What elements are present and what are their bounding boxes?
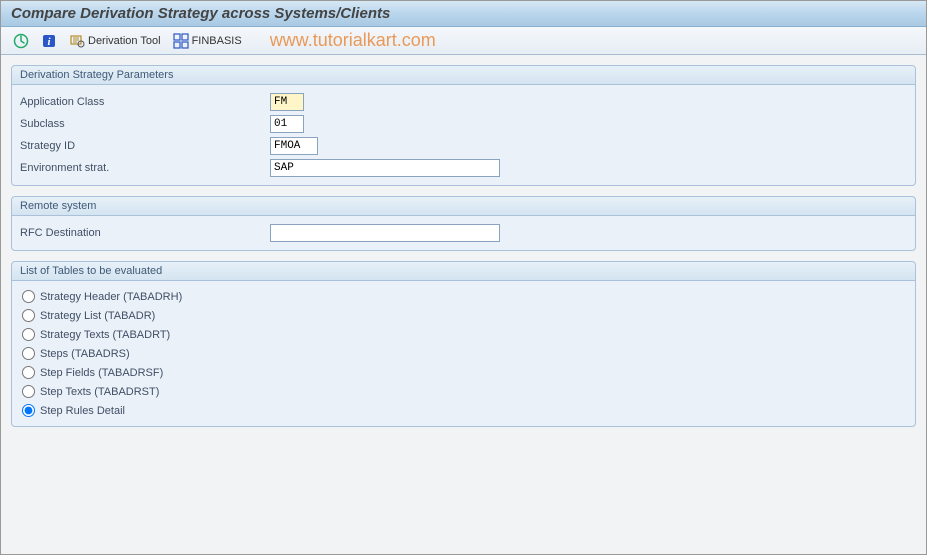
finbasis-icon	[173, 33, 189, 49]
group-tables-body: Strategy Header (TABADRH) Strategy List (…	[12, 281, 915, 426]
table-radio-row: Strategy Header (TABADRH)	[20, 287, 907, 306]
table-radio[interactable]	[22, 347, 35, 360]
field-row-strategy-id: Strategy ID	[20, 135, 907, 157]
table-radio[interactable]	[22, 309, 35, 322]
table-radio-label[interactable]: Strategy List (TABADR)	[40, 310, 155, 322]
derivation-tool-label: Derivation Tool	[88, 35, 161, 47]
app-class-field[interactable]	[270, 93, 304, 111]
group-remote: Remote system RFC Destination	[11, 196, 916, 251]
group-remote-title: Remote system	[12, 197, 915, 216]
table-radio[interactable]	[22, 328, 35, 341]
group-params-title: Derivation Strategy Parameters	[12, 66, 915, 85]
table-radio-label[interactable]: Step Texts (TABADRST)	[40, 386, 159, 398]
table-radio-row: Steps (TABADRS)	[20, 344, 907, 363]
table-radio-label[interactable]: Step Rules Detail	[40, 405, 125, 417]
strategy-id-field[interactable]	[270, 137, 318, 155]
table-radio[interactable]	[22, 385, 35, 398]
group-params: Derivation Strategy Parameters Applicati…	[11, 65, 916, 186]
table-radio-label[interactable]: Step Fields (TABADRSF)	[40, 367, 163, 379]
table-radio-row: Strategy Texts (TABADRT)	[20, 325, 907, 344]
table-radio[interactable]	[22, 366, 35, 379]
field-row-env-strat: Environment strat.	[20, 157, 907, 179]
env-strat-field[interactable]	[270, 159, 500, 177]
info-button[interactable]: i	[37, 31, 61, 51]
env-strat-label: Environment strat.	[20, 162, 270, 174]
window-title-bar: Compare Derivation Strategy across Syste…	[1, 1, 926, 27]
table-radio-label[interactable]: Strategy Texts (TABADRT)	[40, 329, 170, 341]
subclass-field[interactable]	[270, 115, 304, 133]
table-radio[interactable]	[22, 404, 35, 417]
derivation-tool-button[interactable]: Derivation Tool	[65, 31, 165, 51]
watermark-text: www.tutorialkart.com	[270, 30, 436, 51]
field-row-app-class: Application Class	[20, 91, 907, 113]
finbasis-button[interactable]: FINBASIS	[169, 31, 246, 51]
subclass-label: Subclass	[20, 118, 270, 130]
strategy-id-label: Strategy ID	[20, 140, 270, 152]
info-icon: i	[41, 33, 57, 49]
table-radio-label[interactable]: Steps (TABADRS)	[40, 348, 130, 360]
table-radio[interactable]	[22, 290, 35, 303]
page-title: Compare Derivation Strategy across Syste…	[11, 5, 390, 22]
table-radio-row: Strategy List (TABADR)	[20, 306, 907, 325]
field-row-subclass: Subclass	[20, 113, 907, 135]
table-radio-row: Step Texts (TABADRST)	[20, 382, 907, 401]
app-class-label: Application Class	[20, 96, 270, 108]
derivation-tool-icon	[69, 33, 85, 49]
execute-button[interactable]	[9, 31, 33, 51]
group-remote-body: RFC Destination	[12, 216, 915, 250]
table-radio-row: Step Fields (TABADRSF)	[20, 363, 907, 382]
rfc-dest-field[interactable]	[270, 224, 500, 242]
group-tables: List of Tables to be evaluated Strategy …	[11, 261, 916, 427]
finbasis-label: FINBASIS	[192, 35, 242, 47]
field-row-rfc-dest: RFC Destination	[20, 222, 907, 244]
execute-icon	[13, 33, 29, 49]
toolbar: i Derivation Tool FINBASIS www.tutorialk…	[1, 27, 926, 55]
rfc-dest-label: RFC Destination	[20, 227, 270, 239]
table-radio-row: Step Rules Detail	[20, 401, 907, 420]
group-params-body: Application Class Subclass Strategy ID E…	[12, 85, 915, 185]
group-tables-title: List of Tables to be evaluated	[12, 262, 915, 281]
table-radio-label[interactable]: Strategy Header (TABADRH)	[40, 291, 182, 303]
form-area: Derivation Strategy Parameters Applicati…	[1, 55, 926, 437]
